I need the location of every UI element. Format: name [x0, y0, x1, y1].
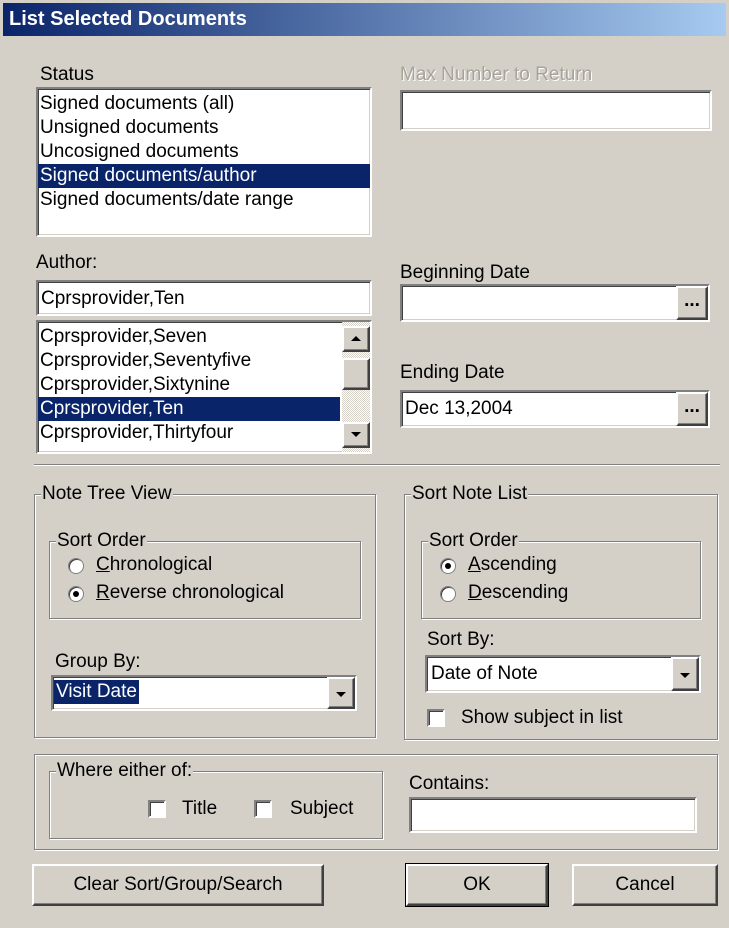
ending-date-picker-button[interactable]: ...	[676, 392, 708, 426]
chevron-down-icon	[680, 673, 690, 678]
group-by-select[interactable]: Visit Date	[51, 675, 357, 711]
group-by-value: Visit Date	[54, 680, 139, 704]
beginning-date-input[interactable]: ...	[400, 284, 710, 322]
subject-checkbox[interactable]	[254, 800, 272, 818]
max-number-input[interactable]	[400, 90, 712, 131]
subject-checkbox-label[interactable]: Subject	[290, 798, 353, 820]
author-item[interactable]: Cprsprovider,Sixtynine	[38, 373, 340, 397]
clear-sort-group-search-button[interactable]: Clear Sort/Group/Search	[32, 864, 324, 906]
note-tree-view-label: Note Tree View	[41, 483, 173, 505]
reverse-chronological-radio[interactable]	[68, 586, 84, 602]
max-number-label: Max Number to Return	[400, 64, 593, 85]
status-item-selected[interactable]: Signed documents/author	[38, 164, 370, 188]
title-checkbox-label[interactable]: Title	[182, 798, 217, 820]
author-input[interactable]: Cprsprovider,Ten	[36, 280, 372, 316]
beginning-date-picker-button[interactable]: ...	[676, 286, 708, 320]
arrow-up-icon	[351, 336, 361, 341]
ascending-radio[interactable]	[440, 558, 456, 574]
group-by-dropdown-button[interactable]	[327, 677, 355, 709]
descending-label[interactable]: Descending	[468, 582, 568, 604]
group-by-label: Group By:	[55, 651, 141, 672]
list-sort-order-label: Sort Order	[428, 530, 519, 552]
author-item[interactable]: Cprsprovider,Thirtyfour	[38, 421, 340, 445]
author-list[interactable]: Cprsprovider,Seven Cprsprovider,Seventyf…	[36, 320, 372, 454]
contains-label: Contains:	[409, 773, 490, 794]
sort-note-list-group: Sort Note List Sort Order Ascending Desc…	[404, 483, 718, 740]
chronological-radio[interactable]	[68, 558, 84, 574]
cancel-button[interactable]: Cancel	[572, 864, 718, 906]
sort-by-label: Sort By:	[427, 629, 495, 650]
author-item[interactable]: Cprsprovider,Seven	[38, 325, 340, 349]
scroll-down-button[interactable]	[342, 422, 370, 448]
author-item[interactable]: Cprsprovider,Seventyfive	[38, 349, 340, 373]
note-tree-view-group: Note Tree View Sort Order Chronological …	[34, 483, 376, 738]
scroll-thumb[interactable]	[342, 358, 370, 390]
scroll-up-button[interactable]	[342, 326, 370, 352]
ending-date-input[interactable]: Dec 13,2004 ...	[400, 390, 710, 428]
radio-selected-dot	[73, 591, 79, 597]
show-subject-label[interactable]: Show subject in list	[461, 707, 623, 729]
descending-radio[interactable]	[440, 586, 456, 602]
tree-sort-order-group: Sort Order Chronological Reverse chronol…	[49, 530, 361, 619]
status-item[interactable]: Uncosigned documents	[38, 140, 370, 164]
window-title: List Selected Documents	[3, 3, 726, 36]
status-label: Status	[40, 64, 94, 85]
author-scrollbar[interactable]	[342, 322, 370, 452]
beginning-date-label: Beginning Date	[400, 262, 530, 283]
status-item[interactable]: Signed documents (all)	[38, 92, 370, 116]
tree-sort-order-label: Sort Order	[56, 530, 147, 552]
separator	[34, 464, 720, 466]
show-subject-checkbox[interactable]	[427, 709, 445, 727]
author-input-value: Cprsprovider,Ten	[41, 288, 185, 309]
chevron-down-icon	[336, 692, 346, 697]
contains-input[interactable]	[409, 797, 697, 833]
sort-by-value: Date of Note	[431, 663, 538, 684]
chronological-label[interactable]: Chronological	[96, 554, 212, 576]
ascending-label[interactable]: Ascending	[468, 554, 557, 576]
sort-note-list-label: Sort Note List	[411, 483, 529, 505]
title-checkbox[interactable]	[148, 800, 166, 818]
ending-date-value: Dec 13,2004	[405, 398, 513, 419]
where-either-group: Where either of: Title Subject	[49, 760, 383, 839]
where-either-label: Where either of:	[56, 760, 194, 782]
status-item[interactable]: Unsigned documents	[38, 116, 370, 140]
ending-date-label: Ending Date	[400, 362, 505, 383]
author-item-selected[interactable]: Cprsprovider,Ten	[38, 397, 340, 421]
author-label: Author:	[36, 252, 98, 273]
sort-by-select[interactable]: Date of Note	[425, 655, 701, 693]
list-sort-order-group: Sort Order Ascending Descending	[421, 530, 701, 619]
status-list[interactable]: Signed documents (all) Unsigned document…	[36, 87, 372, 237]
status-item[interactable]: Signed documents/date range	[38, 188, 370, 212]
radio-selected-dot	[445, 563, 451, 569]
arrow-down-icon	[351, 432, 361, 437]
sort-by-dropdown-button[interactable]	[671, 657, 699, 691]
ok-button[interactable]: OK	[405, 863, 549, 907]
search-group: Where either of: Title Subject Contains:	[34, 754, 718, 850]
reverse-chronological-label[interactable]: Reverse chronological	[96, 582, 284, 604]
